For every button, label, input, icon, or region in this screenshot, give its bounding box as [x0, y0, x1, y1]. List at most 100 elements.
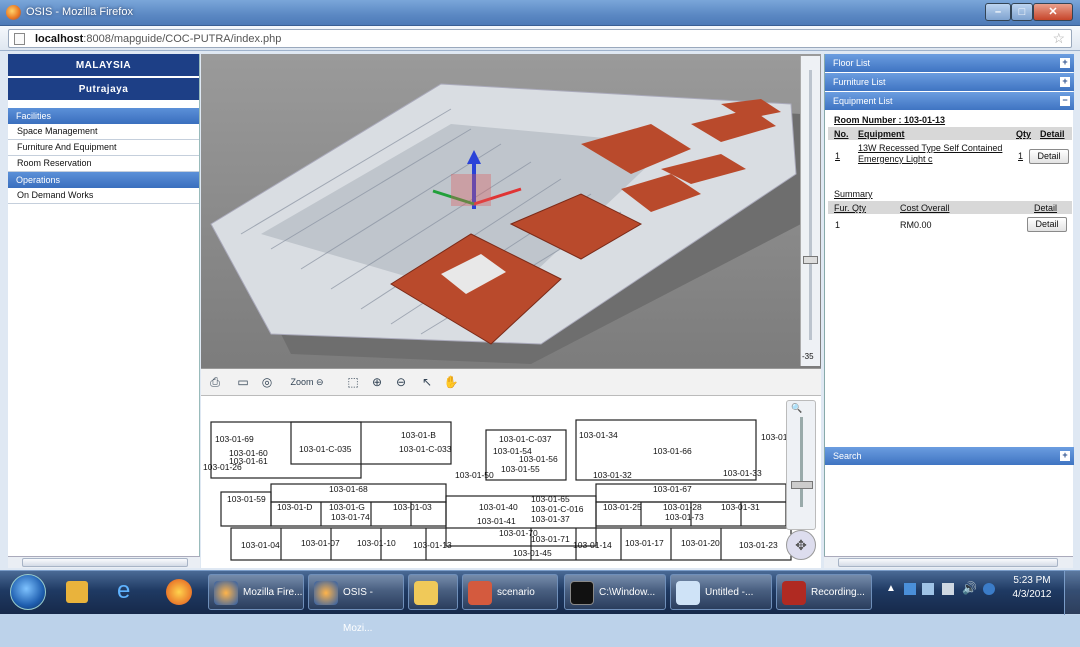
- menu-item-space-management[interactable]: Space Management: [8, 124, 199, 140]
- room-label[interactable]: 103-01-28: [663, 502, 702, 512]
- room-label[interactable]: 103-01-32: [593, 470, 632, 480]
- room-label[interactable]: 103-01-G: [329, 502, 365, 512]
- maximize-button[interactable]: □: [1011, 3, 1033, 21]
- room-label[interactable]: 103-01-41: [477, 516, 516, 526]
- expand-icon[interactable]: +: [1060, 451, 1070, 461]
- summary-detail-button[interactable]: Detail: [1027, 217, 1067, 232]
- room-label[interactable]: 103-01-74: [331, 512, 370, 522]
- room-label[interactable]: 103-01-13: [413, 540, 452, 550]
- show-desktop-button[interactable]: [1064, 571, 1080, 615]
- collapse-icon[interactable]: −: [1060, 96, 1070, 106]
- room-label[interactable]: 103-01-B: [401, 430, 436, 440]
- volume-icon[interactable]: 🔊: [962, 581, 977, 595]
- print-icon[interactable]: ⎙: [207, 374, 223, 390]
- zoom-window-icon[interactable]: ⬚: [345, 374, 361, 390]
- task-scenario[interactable]: scenario: [462, 574, 558, 610]
- room-label[interactable]: 103-01-40: [479, 502, 518, 512]
- expand-icon[interactable]: +: [1060, 58, 1070, 68]
- viewer-zoom-slider[interactable]: -35: [800, 56, 820, 366]
- room-label[interactable]: 103-01-34: [579, 430, 618, 440]
- room-label[interactable]: 103-01-17: [625, 538, 664, 548]
- room-number-label: Room Number : 103-01-13: [834, 115, 946, 125]
- task-explorer[interactable]: [408, 574, 458, 610]
- search-header[interactable]: Search +: [825, 447, 1074, 465]
- room-label[interactable]: 103-01-71: [531, 534, 570, 544]
- bluetooth-icon[interactable]: [983, 583, 995, 595]
- expand-icon[interactable]: +: [1060, 77, 1070, 87]
- plan-zoom-thumb[interactable]: [791, 481, 813, 489]
- furniture-list-header[interactable]: Furniture List +: [825, 73, 1074, 91]
- task-osis-firefox[interactable]: OSIS - Mozi...: [308, 574, 404, 634]
- equipment-list-header[interactable]: Equipment List −: [825, 92, 1074, 110]
- room-label[interactable]: 103-01-C-035: [299, 444, 352, 454]
- section-operations[interactable]: Operations: [8, 172, 199, 188]
- 3d-viewer[interactable]: ✕: [201, 54, 821, 368]
- room-label[interactable]: 103-01-07: [301, 538, 340, 548]
- room-label[interactable]: 103-01-66: [653, 446, 692, 456]
- room-label[interactable]: 103-01-59: [227, 494, 266, 504]
- slider-thumb[interactable]: [803, 256, 818, 264]
- measure-icon[interactable]: ▭: [235, 374, 251, 390]
- zoom-menu-button[interactable]: Zoom ⊖: [287, 374, 327, 390]
- left-horizontal-scrollbar[interactable]: [8, 556, 200, 568]
- select-arrow-icon[interactable]: ↖: [419, 374, 435, 390]
- zoom-in-icon[interactable]: ⊕: [369, 374, 385, 390]
- floor-plan-map[interactable]: 103-01-69 103-01-C-035 103-01-C-033 103-01-…: [201, 396, 821, 568]
- room-label[interactable]: 103-01-25: [603, 502, 642, 512]
- minimize-button[interactable]: –: [985, 3, 1011, 21]
- bookmark-star-icon[interactable]: ☆: [1052, 30, 1065, 47]
- menu-item-on-demand-works[interactable]: On Demand Works: [8, 188, 199, 204]
- room-label[interactable]: 103-01-68: [329, 484, 368, 494]
- chrome-icon[interactable]: [166, 579, 192, 605]
- room-label[interactable]: 103-01-33: [723, 468, 762, 478]
- media-player-icon[interactable]: [66, 581, 88, 603]
- plan-zoom-control[interactable]: 🔍: [786, 400, 816, 530]
- url-field[interactable]: localhost:8008/mapguide/COC-PUTRA/index.…: [8, 29, 1072, 48]
- system-clock[interactable]: 5:23 PM 4/3/2012: [1010, 574, 1054, 602]
- room-label[interactable]: 103-01-56: [519, 454, 558, 464]
- pan-hand-icon[interactable]: ✋: [443, 374, 459, 390]
- equipment-row-name[interactable]: 13W Recessed Type Self Contained Emergen…: [858, 143, 1008, 165]
- room-label[interactable]: 103-01-65: [531, 494, 570, 504]
- close-button[interactable]: ✕: [1033, 3, 1073, 21]
- room-label[interactable]: 103-01-55: [501, 464, 540, 474]
- room-label[interactable]: 103-01-C-037: [499, 434, 552, 444]
- room-label[interactable]: 103-01-14: [573, 540, 612, 550]
- network-icon[interactable]: [922, 583, 934, 595]
- room-label[interactable]: 103-01-67: [653, 484, 692, 494]
- room-label[interactable]: 103-01-23: [739, 540, 778, 550]
- task-cmd-window[interactable]: C:\Window...: [564, 574, 666, 610]
- room-label[interactable]: 103-01-31: [721, 502, 760, 512]
- start-button[interactable]: [10, 574, 46, 610]
- equipment-detail-button[interactable]: Detail: [1029, 149, 1069, 164]
- room-label[interactable]: 103-01-69: [215, 434, 254, 444]
- room-label[interactable]: 103-01-C-016: [531, 504, 584, 514]
- right-horizontal-scrollbar[interactable]: [824, 556, 1073, 568]
- room-label[interactable]: 103-01-26: [203, 462, 242, 472]
- menu-item-room-reservation[interactable]: Room Reservation: [8, 156, 199, 172]
- room-label[interactable]: 103-01-37: [531, 514, 570, 524]
- task-mozilla-firefox[interactable]: Mozilla Fire...: [208, 574, 304, 610]
- room-label[interactable]: 103-01-50: [455, 470, 494, 480]
- room-label[interactable]: 103-01-03: [393, 502, 432, 512]
- plan-search-icon[interactable]: 🔍: [791, 403, 802, 414]
- pan-control-icon[interactable]: ✥: [786, 530, 816, 560]
- room-label[interactable]: 103-01-73: [665, 512, 704, 522]
- task-recording[interactable]: Recording...: [776, 574, 872, 610]
- room-label[interactable]: 103-01-D: [277, 502, 312, 512]
- floor-list-header[interactable]: Floor List +: [825, 54, 1074, 72]
- room-label[interactable]: 103-01-10: [357, 538, 396, 548]
- device-icon[interactable]: [942, 583, 954, 595]
- tray-expand-icon[interactable]: ▲: [886, 583, 896, 594]
- refresh-icon[interactable]: ◎: [259, 374, 275, 390]
- room-label[interactable]: 103-01-45: [513, 548, 552, 558]
- room-label[interactable]: 103-01-20: [681, 538, 720, 548]
- menu-item-furniture-equipment[interactable]: Furniture And Equipment: [8, 140, 199, 156]
- flag-icon[interactable]: [904, 583, 916, 595]
- task-untitled[interactable]: Untitled -...: [670, 574, 772, 610]
- zoom-out-icon[interactable]: ⊖: [393, 374, 409, 390]
- ie-icon[interactable]: e: [117, 577, 130, 605]
- room-label[interactable]: 103-01-C-033: [399, 444, 452, 454]
- room-label[interactable]: 103-01-04: [241, 540, 280, 550]
- section-facilities[interactable]: Facilities: [8, 108, 199, 124]
